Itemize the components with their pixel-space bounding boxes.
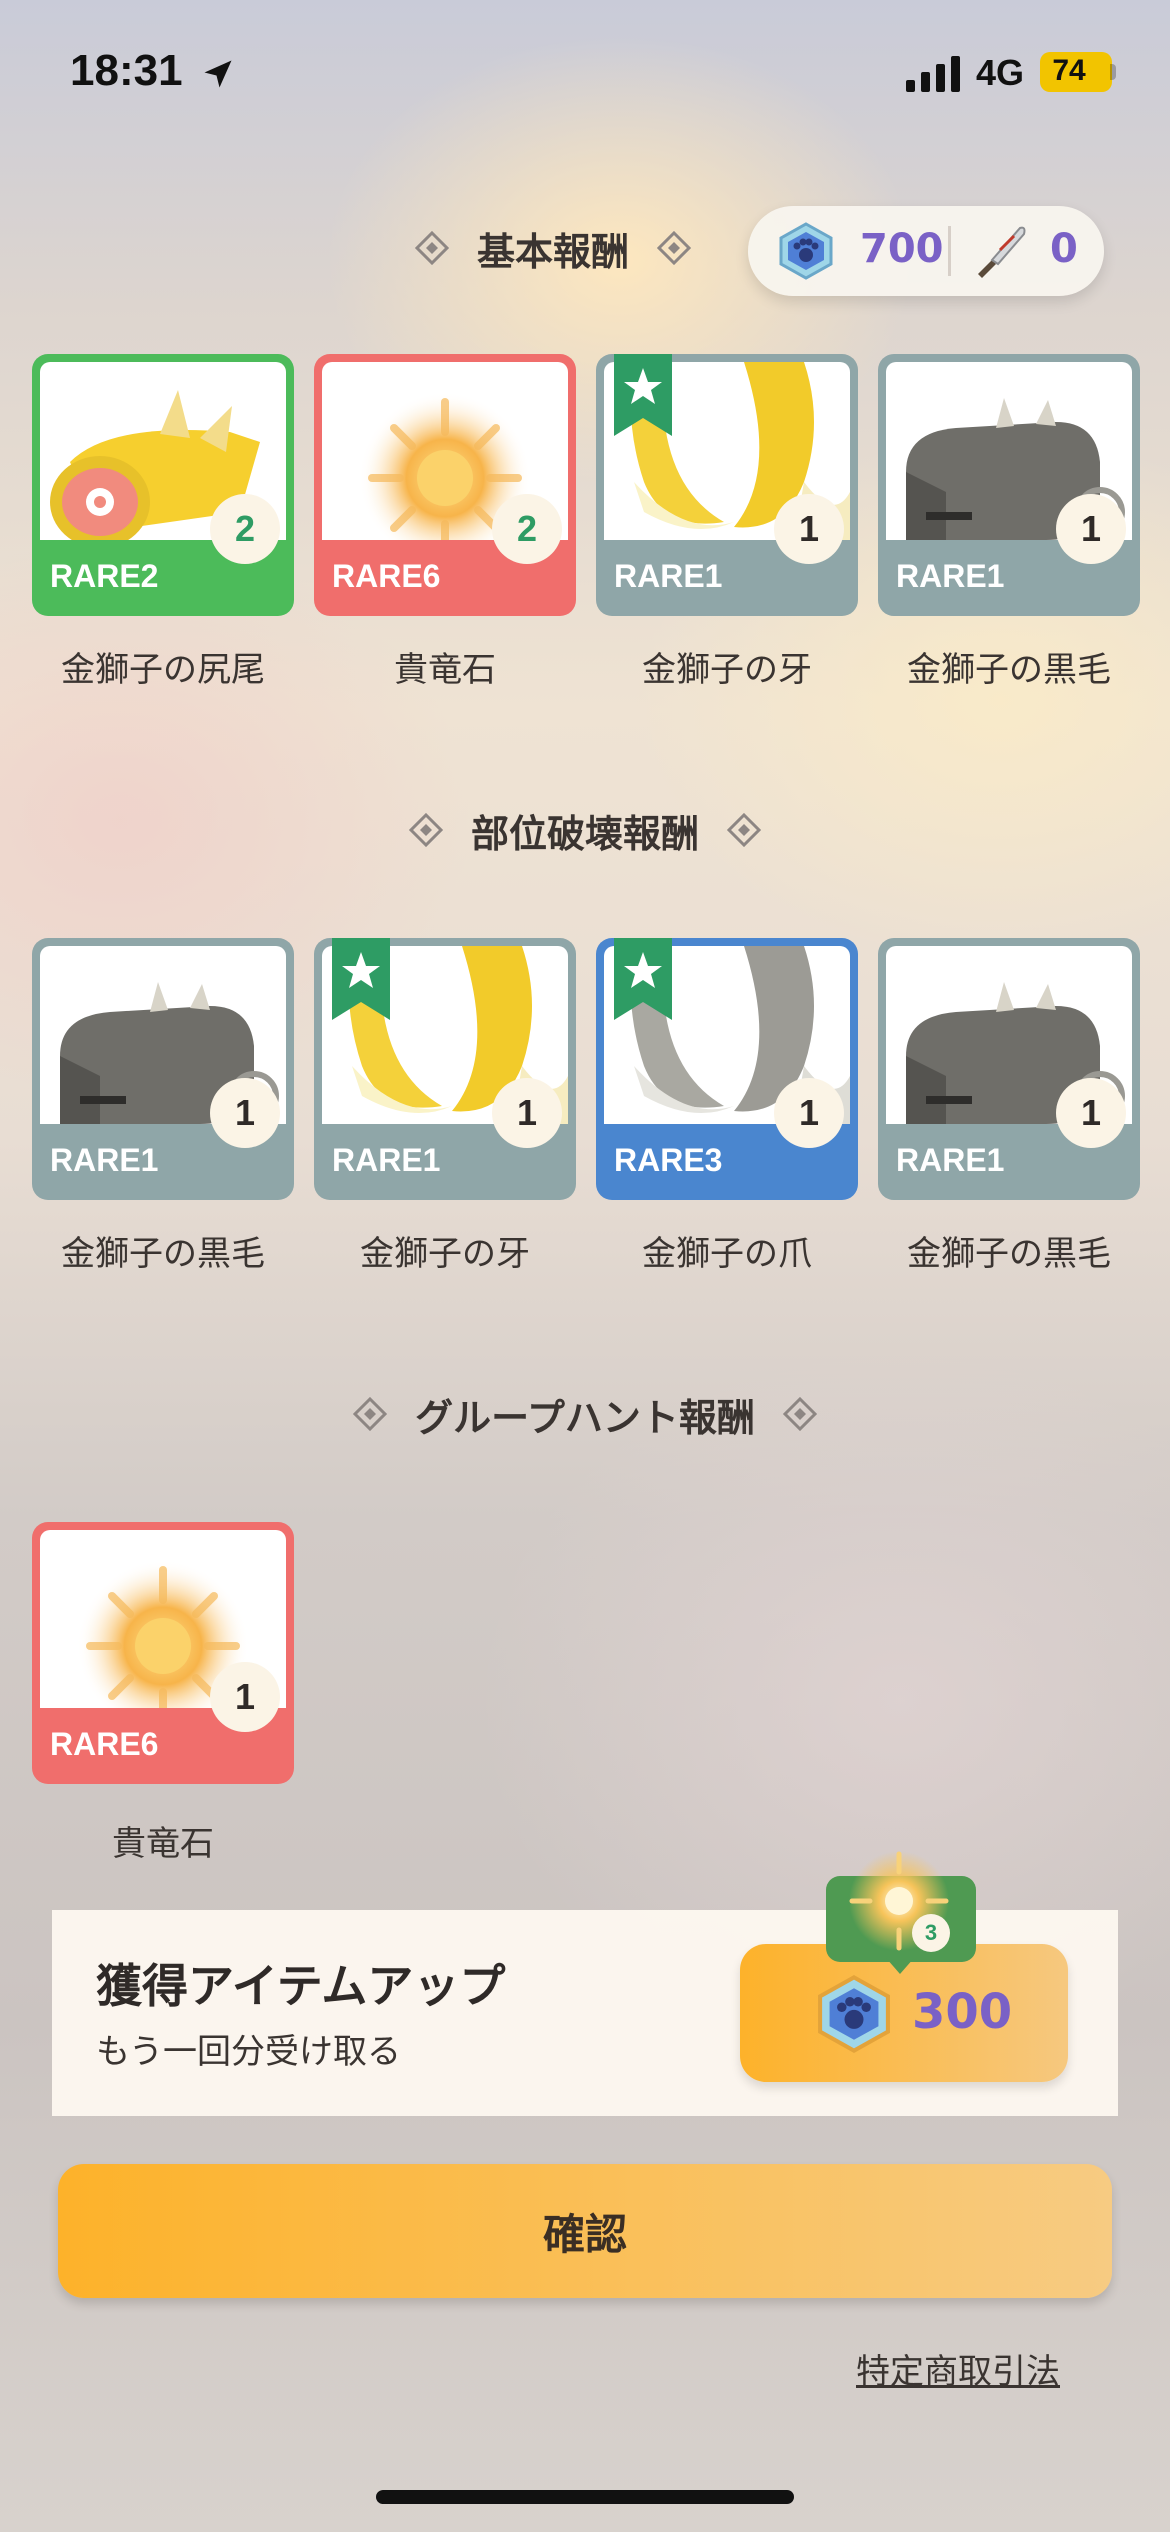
reward-card[interactable]: RARE6 2 xyxy=(314,354,576,616)
location-arrow-icon xyxy=(204,60,232,88)
item-name: 金獅子の爪 xyxy=(642,1234,812,1274)
item-count: 2 xyxy=(210,494,280,564)
bonus-title: 獲得アイテムアップ xyxy=(96,1959,506,2013)
rarity-label: RARE1 xyxy=(896,558,1005,594)
network-type: 4G xyxy=(976,52,1025,93)
gem-count: 700 xyxy=(860,226,944,272)
item-name: 金獅子の牙 xyxy=(360,1234,530,1274)
reward-card[interactable]: RARE1 1 xyxy=(878,938,1140,1200)
home-indicator[interactable] xyxy=(376,2490,794,2504)
item-name: 金獅子の黒毛 xyxy=(907,1234,1111,1274)
section-title-basic: 基本報酬 xyxy=(477,229,630,274)
rarity-label: RARE1 xyxy=(332,1142,441,1178)
reward-card[interactable]: RARE1 1 xyxy=(32,938,294,1200)
currency-pill: 700 0 xyxy=(748,206,1104,296)
bonus-price: 300 xyxy=(912,1984,1013,2040)
reward-card[interactable]: RARE1 1 xyxy=(314,938,576,1200)
diamond-ornament-icon xyxy=(353,1397,388,1431)
item-count: 1 xyxy=(210,1078,280,1148)
item-count: 1 xyxy=(492,1078,562,1148)
star-ribbon-icon xyxy=(332,938,390,1020)
confirm-label: 確認 xyxy=(542,2209,627,2259)
reward-card[interactable]: RARE3 1 xyxy=(596,938,858,1200)
carving-knife-icon xyxy=(978,226,1026,278)
bonus-bubble-tail xyxy=(886,1958,914,1974)
section-title-group-hunt: グループハント報酬 xyxy=(415,1395,755,1440)
item-name: 貴竜石 xyxy=(112,1824,214,1864)
paw-gem-icon xyxy=(779,222,833,280)
item-name: 貴竜石 xyxy=(394,650,496,690)
section-header-part-break: 部位破壊報酬 xyxy=(335,800,835,860)
rarity-label: RARE1 xyxy=(896,1142,1005,1178)
status-bar: 18:31 4G 74 xyxy=(0,0,1170,150)
confirm-button[interactable]: 確認 xyxy=(58,2164,1112,2298)
diamond-ornament-icon xyxy=(782,1397,817,1431)
rarity-label: RARE3 xyxy=(614,1142,723,1178)
rarity-label: RARE1 xyxy=(614,558,723,594)
item-name: 金獅子の牙 xyxy=(642,650,812,690)
rarity-label: RARE6 xyxy=(50,1726,159,1762)
item-count: 1 xyxy=(210,1662,280,1732)
item-name: 金獅子の黒毛 xyxy=(61,1234,265,1274)
reward-card[interactable]: RARE2 2 xyxy=(32,354,294,616)
diamond-ornament-icon xyxy=(415,231,449,265)
diamond-ornament-icon xyxy=(408,813,443,847)
reward-card[interactable]: RARE1 1 xyxy=(596,354,858,616)
item-name: 金獅子の黒毛 xyxy=(907,650,1111,690)
item-name: 金獅子の尻尾 xyxy=(61,650,265,690)
item-count: 1 xyxy=(774,1078,844,1148)
knife-count: 0 xyxy=(1050,226,1078,272)
reward-card[interactable]: RARE6 1 xyxy=(32,1522,294,1784)
star-ribbon-icon xyxy=(614,938,672,1020)
legal-notice-link[interactable]: 特定商取引法 xyxy=(856,2344,1060,2393)
rarity-label: RARE1 xyxy=(50,1142,159,1178)
section-title-part-break: 部位破壊報酬 xyxy=(470,811,699,856)
item-count: 1 xyxy=(774,494,844,564)
battery-tip xyxy=(1110,64,1116,80)
item-count: 2 xyxy=(492,494,562,564)
bonus-preview-count: 3 xyxy=(912,1914,950,1952)
pill-divider xyxy=(948,226,951,276)
diamond-ornament-icon xyxy=(657,231,692,265)
signal-icon xyxy=(906,56,960,92)
rarity-label: RARE2 xyxy=(50,558,159,594)
item-count: 1 xyxy=(1056,1078,1126,1148)
reward-card[interactable]: RARE1 1 xyxy=(878,354,1140,616)
bonus-subtitle: もう一回分受け取る xyxy=(96,2032,401,2072)
status-time: 18:31 xyxy=(70,46,183,95)
battery-level: 74 xyxy=(1052,54,1086,87)
section-header-group-hunt: グループハント報酬 xyxy=(285,1384,885,1444)
paw-gem-icon xyxy=(818,1975,890,2053)
item-count: 1 xyxy=(1056,494,1126,564)
rarity-label: RARE6 xyxy=(332,558,441,594)
diamond-ornament-icon xyxy=(727,813,761,847)
star-ribbon-icon xyxy=(614,354,672,436)
section-header-basic: 基本報酬 xyxy=(415,218,692,278)
